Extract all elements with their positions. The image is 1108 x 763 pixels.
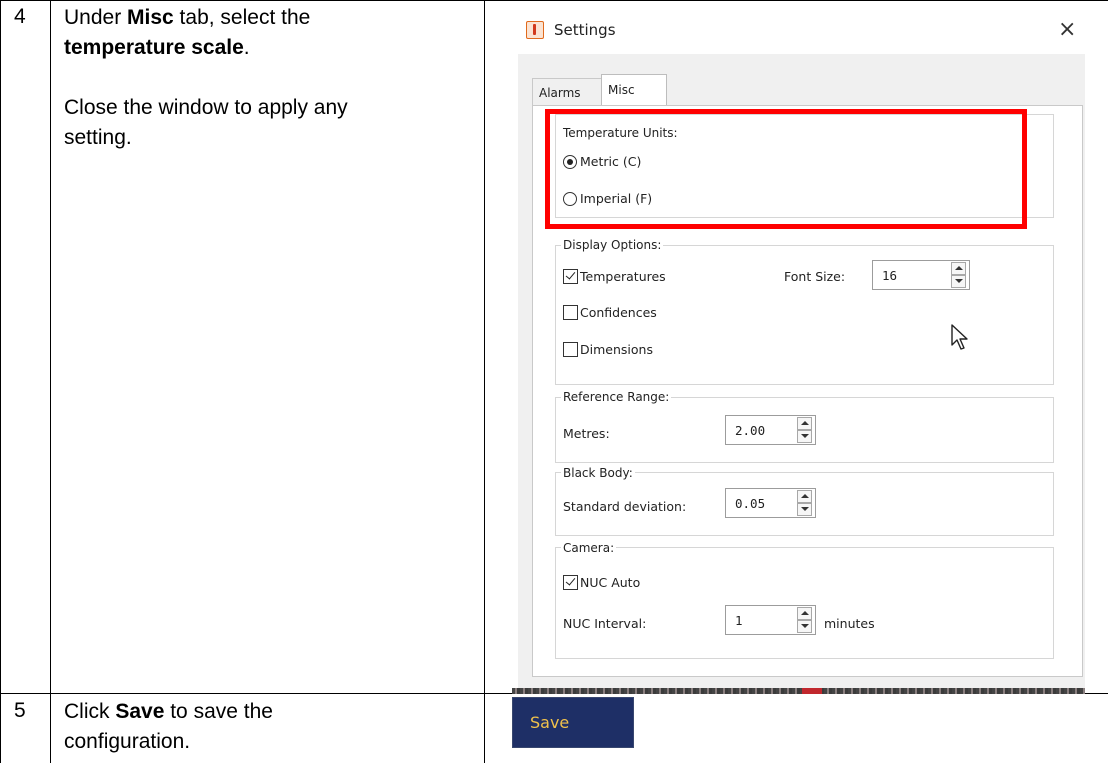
dialog-titlebar: Settings × <box>512 10 1085 54</box>
bold-text: Misc <box>127 6 174 29</box>
spin-down-icon[interactable] <box>951 275 966 288</box>
spinner-buttons <box>797 605 815 635</box>
nuc-interval-value[interactable]: 1 <box>735 613 743 628</box>
spinner-buttons <box>797 415 815 445</box>
nuc-interval-stepper[interactable]: 1 <box>725 605 816 635</box>
group-title: Black Body: <box>561 466 635 480</box>
standard-deviation-label: Standard deviation: <box>563 499 687 514</box>
table-border-top <box>0 0 1108 1</box>
standard-deviation-value[interactable]: 0.05 <box>735 496 765 511</box>
font-size-label: Font Size: <box>784 269 846 284</box>
tab-misc[interactable]: Misc <box>601 74 667 106</box>
step-line: Under Misc tab, select the <box>64 3 474 33</box>
font-size-stepper[interactable]: 16 <box>872 260 970 290</box>
table-column-divider-1 <box>50 0 51 763</box>
camera-group <box>555 547 1054 659</box>
text-run: to save the <box>164 700 273 723</box>
spinner-buttons <box>797 488 815 518</box>
spin-up-icon[interactable] <box>797 417 812 430</box>
step-instructions: Under Misc tab, select the temperature s… <box>64 3 474 153</box>
mouse-pointer-icon <box>951 324 968 350</box>
spin-down-icon[interactable] <box>797 503 812 516</box>
group-title: Camera: <box>561 541 617 555</box>
thermometer-app-icon <box>526 21 544 39</box>
spin-up-icon[interactable] <box>797 607 812 620</box>
temperatures-label[interactable]: Temperatures <box>580 269 666 284</box>
step-line: Click Save to save the <box>64 697 474 727</box>
step-line: configuration. <box>64 730 191 753</box>
step-line: setting. <box>64 126 132 149</box>
save-button[interactable]: Save <box>512 697 634 748</box>
metres-label: Metres: <box>563 426 610 441</box>
dimensions-label[interactable]: Dimensions <box>580 342 653 357</box>
screenshot-bottom-strip <box>512 688 1085 694</box>
bold-text: Save <box>115 700 165 723</box>
step-line: temperature scale. <box>64 33 474 63</box>
text-run: tab, select the <box>173 6 311 29</box>
spin-up-icon[interactable] <box>797 490 812 503</box>
spin-up-icon[interactable] <box>951 262 966 275</box>
spin-down-icon[interactable] <box>797 620 812 633</box>
nuc-auto-checkbox[interactable] <box>563 575 578 590</box>
group-title: Display Options: <box>561 238 664 252</box>
temperatures-checkbox[interactable] <box>563 269 578 284</box>
spinner-buttons <box>951 260 969 290</box>
close-icon[interactable]: × <box>1058 17 1076 43</box>
confidences-checkbox[interactable] <box>563 305 578 320</box>
step-line: Close the window to apply any <box>64 96 348 119</box>
step-number: 5 <box>14 699 26 722</box>
metres-value[interactable]: 2.00 <box>735 423 765 438</box>
dialog-title: Settings <box>554 21 616 39</box>
highlight-annotation <box>545 109 1027 229</box>
tab-alarms[interactable]: Alarms <box>532 78 608 106</box>
bold-text: temperature scale <box>64 36 244 59</box>
step-instructions: Click Save to save the configuration. <box>64 697 474 757</box>
spin-down-icon[interactable] <box>797 430 812 443</box>
step-number: 4 <box>14 5 26 28</box>
text-run: Click <box>64 700 116 723</box>
confidences-label[interactable]: Confidences <box>580 305 657 320</box>
text-run: . <box>243 36 250 59</box>
standard-deviation-stepper[interactable]: 0.05 <box>725 488 816 518</box>
text-run: Under <box>64 6 128 29</box>
settings-dialog: Settings × Alarms Misc Temperature Units… <box>512 10 1085 688</box>
group-title: Reference Range: <box>561 390 672 404</box>
nuc-interval-label: NUC Interval: <box>563 616 647 631</box>
table-column-divider-2 <box>484 0 485 763</box>
metres-stepper[interactable]: 2.00 <box>725 415 816 445</box>
nuc-interval-unit: minutes <box>824 616 875 631</box>
table-border-left <box>0 0 1 763</box>
nuc-auto-label[interactable]: NUC Auto <box>580 575 640 590</box>
font-size-value[interactable]: 16 <box>882 268 897 283</box>
dimensions-checkbox[interactable] <box>563 342 578 357</box>
